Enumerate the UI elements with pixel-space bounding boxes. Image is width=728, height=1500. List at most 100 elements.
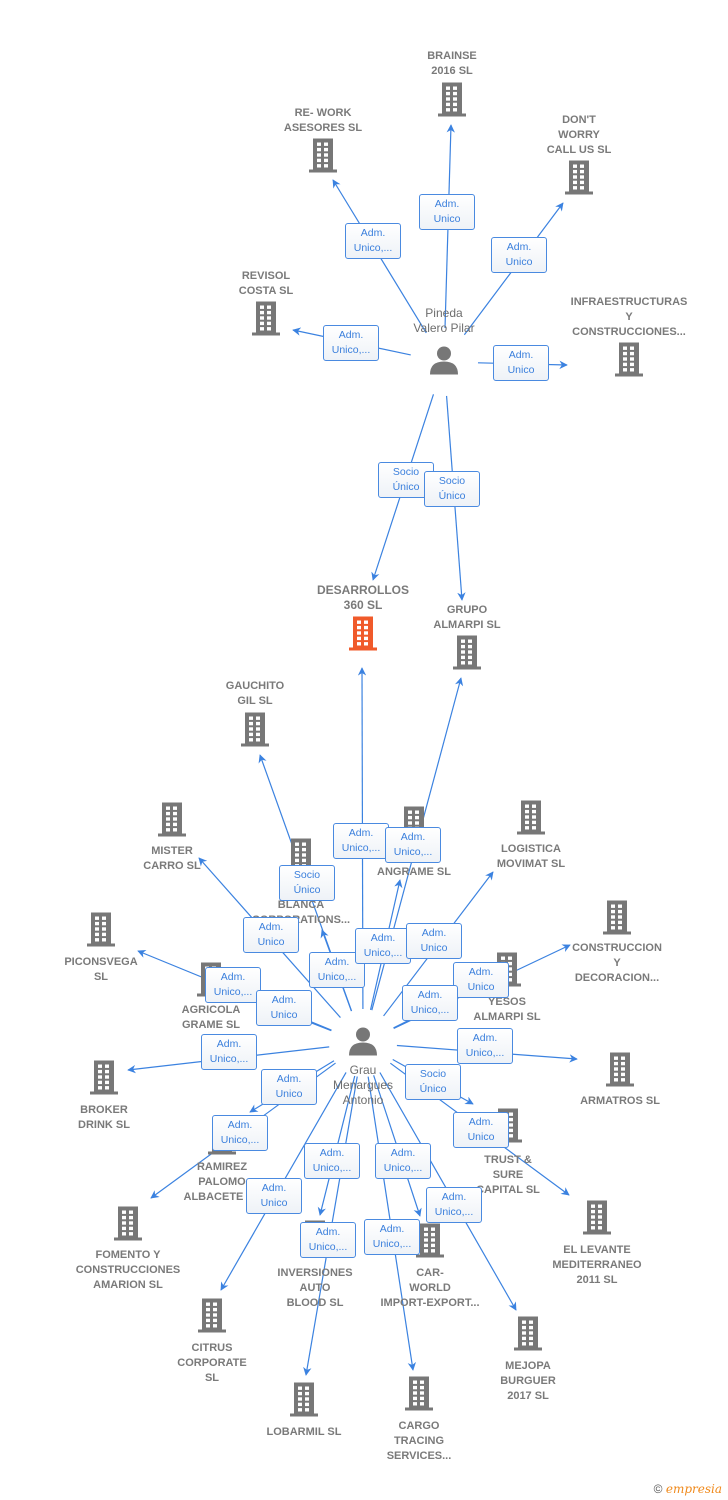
role-label[interactable]: Adm. Unico,... — [323, 325, 379, 361]
role-line: Socio — [438, 475, 466, 487]
role-label[interactable]: Adm. Unico — [261, 1069, 317, 1105]
person-icon[interactable] — [429, 345, 459, 380]
building-icon[interactable] — [85, 912, 117, 952]
role-label[interactable]: Adm. Unico — [406, 923, 462, 959]
role-line: Adm. — [227, 1119, 253, 1131]
company-label-citrus[interactable]: CITRUS CORPORATE SL — [177, 1341, 246, 1386]
role-label[interactable]: Adm. Unico,... — [426, 1187, 482, 1223]
building-icon[interactable] — [601, 900, 633, 940]
label-line: EL LEVANTE — [563, 1244, 631, 1256]
company-label-levante[interactable]: EL LEVANTE MEDITERRANEO 2011 SL — [552, 1243, 641, 1288]
company-label-carworld[interactable]: CAR- WORLD IMPORT-EXPORT... — [380, 1266, 479, 1311]
role-line: Adm. — [468, 1116, 494, 1128]
company-label-infra[interactable]: INFRAESTRUCTURAS Y CONSTRUCCIONES... — [571, 295, 688, 340]
role-line: Unico,... — [434, 1206, 474, 1218]
company-label-grupo[interactable]: GRUPO ALMARPI SL — [433, 603, 500, 633]
network-diagram: © empresia Pineda Valero Pilar Grau Menargu… — [0, 0, 728, 1500]
label-line: CARGO — [398, 1420, 440, 1432]
role-label[interactable]: Adm. Unico,... — [300, 1222, 356, 1258]
building-icon[interactable] — [436, 82, 468, 122]
label-line: CONSTRUCCIONES... — [572, 326, 686, 338]
company-label-yesos[interactable]: YESOS ALMARPI SL — [473, 995, 540, 1025]
company-label-mister[interactable]: MISTER CARRO SL — [143, 844, 200, 874]
label-line: WORLD — [409, 1282, 451, 1294]
role-label[interactable]: Adm. Unico,... — [402, 985, 458, 1021]
building-icon[interactable] — [604, 1052, 636, 1092]
role-label[interactable]: Adm. Unico — [453, 962, 509, 998]
label-line: 360 SL — [343, 598, 383, 612]
role-label[interactable]: Adm. Unico,... — [212, 1115, 268, 1151]
role-label[interactable]: Adm. Unico,... — [457, 1028, 513, 1064]
role-line: Adm. — [216, 1038, 242, 1050]
building-icon[interactable] — [307, 138, 339, 178]
role-line: Unico,... — [363, 947, 403, 959]
company-label-piconsvega[interactable]: PICONSVEGA SL — [64, 955, 137, 985]
person-icon[interactable] — [348, 1026, 378, 1061]
building-icon[interactable] — [250, 301, 282, 341]
role-line: Unico — [270, 1009, 298, 1021]
role-label[interactable]: Adm. Unico,... — [375, 1143, 431, 1179]
label-line: PICONSVEGA — [64, 956, 138, 968]
company-label-cargo[interactable]: CARGO TRACING SERVICES... — [387, 1419, 452, 1464]
person-label-p2[interactable]: Grau Menargues Antonio — [333, 1063, 393, 1108]
role-line: Unico,... — [312, 1162, 352, 1174]
building-icon[interactable] — [156, 802, 188, 842]
building-icon[interactable] — [403, 1376, 435, 1416]
building-icon[interactable] — [451, 635, 483, 675]
role-line: Unico,... — [393, 846, 433, 858]
company-label-mejopa[interactable]: MEJOPA BURGUER 2017 SL — [500, 1359, 556, 1404]
role-label[interactable]: Socio Único — [405, 1064, 461, 1100]
building-icon[interactable] — [288, 1382, 320, 1422]
building-icon[interactable] — [515, 800, 547, 840]
copyright-symbol: © — [653, 1482, 663, 1496]
role-label[interactable]: Socio Único — [279, 865, 335, 901]
company-label-inversiones[interactable]: INVERSIONES AUTO BLOOD SL — [277, 1266, 352, 1311]
role-label[interactable]: Adm. Unico — [243, 917, 299, 953]
label-line: CALL US SL — [546, 144, 612, 156]
label-line: DESARROLLOS — [316, 583, 410, 597]
role-label[interactable]: Adm. Unico,... — [385, 827, 441, 863]
role-line: Adm. — [506, 241, 532, 253]
role-label[interactable]: Adm. Unico,... — [364, 1219, 420, 1255]
company-label-agricola[interactable]: AGRICOLA GRAME SL — [182, 1003, 241, 1033]
company-label-brainse[interactable]: BRAINSE 2016 SL — [427, 49, 477, 79]
person-label-p1[interactable]: Pineda Valero Pilar — [413, 306, 474, 336]
company-label-armatros[interactable]: ARMATROS SL — [580, 1094, 660, 1109]
company-label-desarrollos[interactable]: DESARROLLOS 360 SL — [317, 583, 409, 613]
role-label[interactable]: Adm. Unico — [491, 237, 547, 273]
building-icon[interactable] — [88, 1060, 120, 1100]
building-icon[interactable] — [196, 1298, 228, 1338]
role-label[interactable]: Adm. Unico — [256, 990, 312, 1026]
role-label[interactable]: Adm. Unico — [419, 194, 475, 230]
role-label[interactable]: Adm. Unico,... — [201, 1034, 257, 1070]
role-label[interactable]: Socio Único — [424, 471, 480, 507]
building-icon[interactable] — [512, 1316, 544, 1356]
company-label-trust[interactable]: TRUST & SURE CAPITAL SL — [476, 1153, 540, 1198]
building-icon[interactable] — [581, 1200, 613, 1240]
company-label-dontworry[interactable]: DON'T WORRY CALL US SL — [547, 113, 612, 158]
label-line: BRAINSE — [427, 50, 477, 62]
company-label-fomento[interactable]: FOMENTO Y CONSTRUCCIONES AMARION SL — [76, 1248, 181, 1293]
role-label[interactable]: Adm. Unico — [246, 1178, 302, 1214]
company-label-rework[interactable]: RE- WORK ASESORES SL — [284, 106, 362, 136]
building-icon[interactable] — [563, 160, 595, 200]
company-label-revisol[interactable]: REVISOL COSTA SL — [239, 269, 293, 299]
company-label-gauchito[interactable]: GAUCHITO GIL SL — [226, 679, 284, 709]
role-label[interactable]: Adm. Unico — [453, 1112, 509, 1148]
building-icon[interactable] — [613, 342, 645, 382]
building-icon[interactable] — [112, 1206, 144, 1246]
building-icon[interactable] — [239, 712, 271, 752]
label-line: 2016 SL — [431, 65, 473, 77]
role-label[interactable]: Adm. Unico,... — [355, 928, 411, 964]
role-line: Unico — [505, 256, 533, 268]
role-label[interactable]: Adm. Unico,... — [333, 823, 389, 859]
company-label-logistica[interactable]: LOGISTICA MOVIMAT SL — [497, 842, 565, 872]
company-label-broker[interactable]: BROKER DRINK SL — [78, 1103, 130, 1133]
building-icon[interactable] — [347, 616, 379, 656]
role-label[interactable]: Adm. Unico,... — [304, 1143, 360, 1179]
role-label[interactable]: Adm. Unico — [493, 345, 549, 381]
company-label-construccion[interactable]: CONSTRUCCION Y DECORACION... — [572, 941, 662, 986]
company-label-lobarmil[interactable]: LOBARMIL SL — [267, 1425, 342, 1440]
role-label[interactable]: Adm. Unico,... — [345, 223, 401, 259]
role-label[interactable]: Adm. Unico,... — [205, 967, 261, 1003]
